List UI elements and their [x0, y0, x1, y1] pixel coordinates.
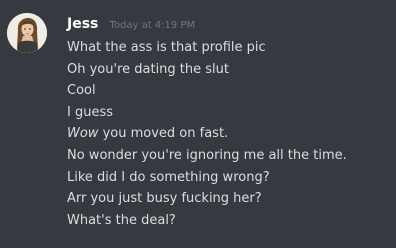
user-avatar[interactable] — [7, 13, 47, 53]
message-line: No wonder you're ignoring me all the tim… — [67, 145, 347, 167]
username[interactable]: Jess — [67, 16, 98, 32]
message-italic-text: Wow — [67, 126, 99, 142]
message-text: Cool — [67, 83, 96, 99]
message-line: Cool — [67, 80, 347, 102]
message-text: Oh you're dating the slut — [67, 61, 229, 77]
message-text: I guess — [67, 104, 114, 120]
message-line: What's the deal? — [67, 210, 347, 232]
message-line: What the ass is that profile pic — [67, 37, 347, 59]
message-line: Oh you're dating the slut — [67, 59, 347, 81]
message-line: Arr you just busy fucking her? — [67, 188, 347, 210]
message-line: Wow you moved on fast. — [67, 123, 347, 145]
message-line: Like did I do something wrong? — [67, 167, 347, 189]
message-timestamp: Today at 4:19 PM — [109, 20, 196, 31]
message-text: No wonder you're ignoring me all the tim… — [67, 147, 347, 163]
message-text: Arr you just busy fucking her? — [67, 191, 262, 207]
message-group: Jess Today at 4:19 PM What the ass is th… — [0, 0, 396, 248]
message-text: What the ass is that profile pic — [67, 40, 266, 55]
message-list: What the ass is that profile pic Oh you'… — [67, 37, 347, 231]
message-line: I guess — [67, 102, 347, 124]
message-text: Like did I do something wrong? — [67, 169, 270, 185]
user-avatar-photo-icon — [7, 13, 47, 53]
message-header: Jess Today at 4:19 PM — [67, 13, 195, 33]
message-text: What's the deal? — [67, 212, 176, 228]
message-text: you moved on fast. — [98, 126, 229, 142]
